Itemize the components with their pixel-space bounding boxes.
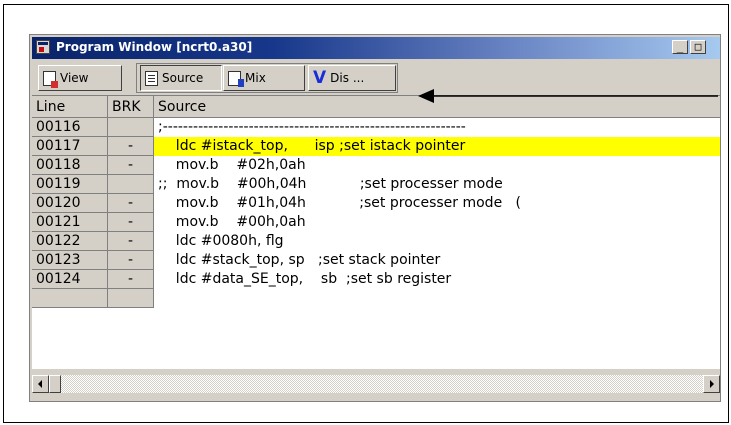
- source-cell[interactable]: ldc #stack_top, sp ;set stack pointer: [154, 251, 720, 270]
- line-number-cell: 00119: [32, 175, 108, 194]
- table-row[interactable]: 00117- ldc #istack_top, isp ;set istack …: [32, 137, 720, 156]
- mix-button-label: Mix: [245, 71, 266, 85]
- line-number-cell: 00123: [32, 251, 108, 270]
- table-row[interactable]: 00124- ldc #data_SE_top, sb ;set sb regi…: [32, 270, 720, 289]
- mix-button[interactable]: Mix: [223, 65, 305, 91]
- breakpoint-cell[interactable]: -: [108, 137, 154, 156]
- header-brk[interactable]: BRK: [108, 96, 154, 118]
- mix-icon: [228, 70, 244, 87]
- table-row[interactable]: 00123- ldc #stack_top, sp ;set stack poi…: [32, 251, 720, 270]
- table-row[interactable]: 00121- mov.b #00h,0ah: [32, 213, 720, 232]
- minimize-button[interactable]: _: [672, 40, 688, 54]
- callout-arrow: [418, 89, 718, 103]
- source-cell[interactable]: ;; mov.b #00h,04h ;set processer mode: [154, 175, 720, 194]
- line-number-cell: 00120: [32, 194, 108, 213]
- source-cell[interactable]: ldc #istack_top, isp ;set istack pointer: [154, 137, 720, 156]
- line-number-cell: 00116: [32, 118, 108, 137]
- scroll-left-button[interactable]: [32, 375, 49, 393]
- scroll-right-button[interactable]: [703, 375, 720, 393]
- source-button-label: Source: [162, 71, 204, 85]
- disassemble-button-label: Dis ...: [330, 71, 365, 85]
- breakpoint-cell[interactable]: -: [108, 156, 154, 175]
- line-number-cell: 00122: [32, 232, 108, 251]
- breakpoint-cell[interactable]: -: [108, 194, 154, 213]
- source-cell[interactable]: [154, 289, 720, 308]
- view-icon: [43, 70, 58, 88]
- line-number-cell: 00117: [32, 137, 108, 156]
- table-row[interactable]: [32, 289, 720, 308]
- breakpoint-cell[interactable]: -: [108, 213, 154, 232]
- line-number-cell: 00124: [32, 270, 108, 289]
- source-cell[interactable]: mov.b #01h,04h ;set processer mode (: [154, 194, 720, 213]
- view-button[interactable]: View: [38, 65, 122, 91]
- restore-button[interactable]: □: [690, 40, 706, 54]
- scroll-left-icon: [38, 380, 42, 388]
- source-button[interactable]: Source: [140, 65, 222, 91]
- header-line[interactable]: Line: [32, 96, 108, 118]
- breakpoint-cell[interactable]: [108, 289, 154, 308]
- view-button-label: View: [60, 71, 89, 85]
- line-number-cell: 00121: [32, 213, 108, 232]
- disassemble-icon: V: [313, 68, 327, 88]
- breakpoint-cell[interactable]: -: [108, 232, 154, 251]
- scroll-thumb[interactable]: [49, 375, 61, 393]
- window-title: Program Window [ncrt0.a30]: [56, 40, 253, 54]
- table-row[interactable]: 00122- ldc #0080h, flg: [32, 232, 720, 251]
- table-row[interactable]: 00119 ;; mov.b #00h,04h ;set processer mo…: [32, 175, 720, 194]
- breakpoint-cell[interactable]: [108, 175, 154, 194]
- breakpoint-cell[interactable]: -: [108, 251, 154, 270]
- source-cell[interactable]: ldc #data_SE_top, sb ;set sb register: [154, 270, 720, 289]
- disassemble-button[interactable]: V Dis ...: [308, 65, 396, 91]
- source-cell[interactable]: mov.b #02h,0ah: [154, 156, 720, 175]
- scroll-right-icon: [710, 380, 714, 388]
- source-icon: [145, 70, 158, 86]
- source-cell[interactable]: ldc #0080h, flg: [154, 232, 720, 251]
- table-row[interactable]: 00120- mov.b #01h,04h ;set processer mod…: [32, 194, 720, 213]
- breakpoint-cell[interactable]: -: [108, 270, 154, 289]
- title-bar[interactable]: Program Window [ncrt0.a30] _ □: [32, 37, 720, 59]
- program-window-icon: [36, 40, 50, 54]
- line-number-cell: [32, 289, 108, 308]
- source-grid[interactable]: Line BRK Source 00116 ;------------------…: [32, 96, 720, 369]
- horizontal-scrollbar[interactable]: [32, 375, 720, 393]
- source-cell[interactable]: ;---------------------------------------…: [154, 118, 720, 137]
- breakpoint-cell[interactable]: [108, 118, 154, 137]
- line-number-cell: 00118: [32, 156, 108, 175]
- table-row[interactable]: 00118- mov.b #02h,0ah: [32, 156, 720, 175]
- source-cell[interactable]: mov.b #00h,0ah: [154, 213, 720, 232]
- table-row[interactable]: 00116 ;----------------------------------…: [32, 118, 720, 137]
